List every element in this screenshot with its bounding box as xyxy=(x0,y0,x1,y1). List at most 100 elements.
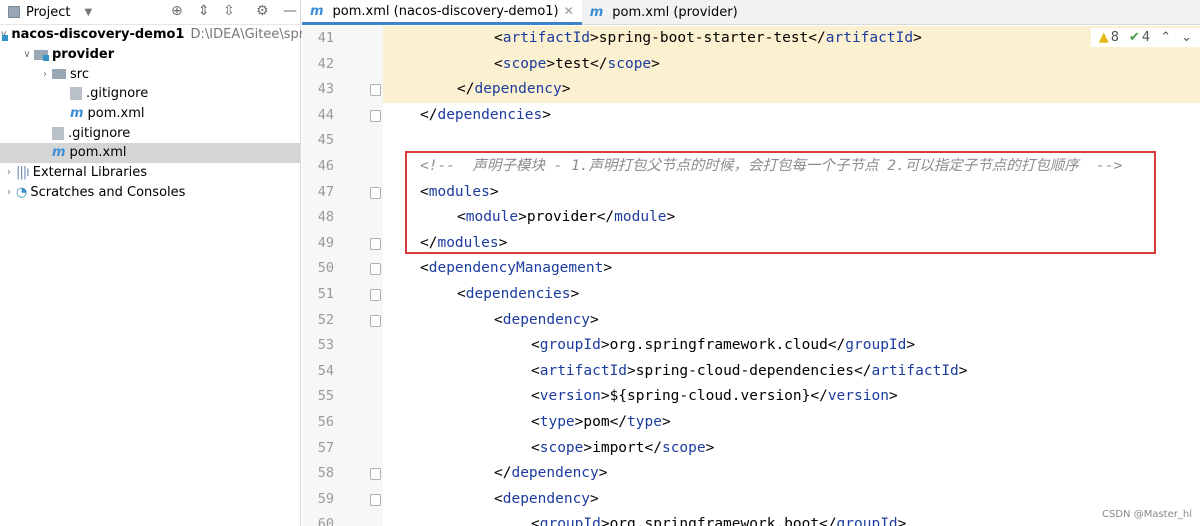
tree-item-label: Scratches and Consoles xyxy=(30,184,186,200)
code-line: 54 <artifactId>spring-cloud-dependencies<… xyxy=(302,359,1200,385)
chevron-down-icon[interactable]: ⌄ xyxy=(1181,30,1192,45)
code-line: 60 <groupId>org.springframework.boot</gro… xyxy=(302,512,1200,526)
fold-icon[interactable] xyxy=(370,263,381,276)
locate-icon[interactable]: ⊕ xyxy=(171,3,183,19)
line-number: 50 xyxy=(317,260,334,277)
maven-file-icon: m xyxy=(70,106,84,122)
close-icon[interactable]: ✕ xyxy=(564,4,574,18)
project-icon xyxy=(8,6,20,18)
line-number: 49 xyxy=(317,234,334,251)
chevron-icon[interactable]: ∨ xyxy=(20,49,34,60)
tab-pom-provider[interactable]: m pom.xml (provider) xyxy=(582,0,746,25)
line-number: 46 xyxy=(317,158,334,174)
code-text: <groupId>org.springframework.boot</group… xyxy=(531,516,907,526)
chevron-down-icon[interactable]: ▼ xyxy=(84,7,92,18)
tree-item-label: pom.xml xyxy=(69,145,127,161)
gear-icon[interactable]: ⚙ xyxy=(256,3,269,19)
hide-icon[interactable]: — xyxy=(283,3,297,19)
line-number: 45 xyxy=(317,132,334,149)
code-line: 58 </dependency> xyxy=(302,461,1200,487)
tree-item[interactable]: ∨ provider xyxy=(0,45,300,65)
line-number: 43 xyxy=(317,81,334,98)
tree-item[interactable]: m pom.xml xyxy=(0,143,300,163)
tree-item-label: .gitignore xyxy=(68,125,131,141)
chevron-up-icon[interactable]: ⌃ xyxy=(1160,30,1171,45)
chevron-icon[interactable]: › xyxy=(38,69,52,80)
line-number: 44 xyxy=(317,106,334,123)
tab-label: pom.xml (nacos-discovery-demo1) xyxy=(332,3,559,19)
typo-icon: ✔ xyxy=(1129,30,1140,45)
tree-item-label: pom.xml xyxy=(87,106,145,122)
fold-icon[interactable] xyxy=(370,493,381,506)
gitignore-file-icon xyxy=(52,126,64,140)
code-line: 59 <dependency> xyxy=(302,487,1200,513)
tree-item-label: src xyxy=(70,66,89,82)
tree-item[interactable]: .gitignore xyxy=(0,123,300,143)
line-number: 56 xyxy=(317,414,334,430)
collapse-all-icon[interactable]: ⇳ xyxy=(223,3,235,19)
chevron-icon[interactable]: › xyxy=(2,167,16,178)
module-folder-icon xyxy=(34,49,49,61)
code-text: <scope>test</scope> xyxy=(383,51,1200,78)
line-number: 51 xyxy=(317,286,334,302)
code-line: 53 <groupId>org.springframework.cloud</gr… xyxy=(302,333,1200,359)
fold-icon[interactable] xyxy=(370,289,381,301)
line-number: 57 xyxy=(317,439,334,456)
code-text: <artifactId>spring-boot-starter-test</ar… xyxy=(383,26,1200,52)
maven-file-icon: m xyxy=(589,5,604,20)
line-number: 54 xyxy=(317,362,334,379)
line-number: 47 xyxy=(317,183,334,200)
line-number: 58 xyxy=(317,465,334,482)
tree-item[interactable]: › |||ı External Libraries xyxy=(0,163,300,183)
line-number: 55 xyxy=(317,388,334,405)
code-line: 42 <scope>test</scope> xyxy=(302,51,1200,78)
fold-icon[interactable] xyxy=(370,314,381,327)
fold-icon[interactable] xyxy=(370,84,381,97)
fold-icon[interactable] xyxy=(370,237,381,250)
maven-file-icon: m xyxy=(52,145,66,161)
inspection-widget[interactable]: ▲ 8 ✔ 4 ⌃ ⌄ xyxy=(1090,28,1200,47)
line-number: 42 xyxy=(317,55,334,72)
tree-item-label: provider xyxy=(52,47,115,63)
code-text: <version>${spring-cloud.version}</versio… xyxy=(531,388,898,405)
tab-label: pom.xml (provider) xyxy=(612,5,738,20)
library-icon: |||ı xyxy=(16,165,30,181)
expand-all-icon[interactable]: ⇕ xyxy=(198,3,210,19)
code-text: <dependencies> xyxy=(457,286,580,302)
line-number: 59 xyxy=(317,490,334,507)
code-text: </dependencies> xyxy=(420,106,551,123)
tree-item[interactable]: ∨nacos-discovery-demo1D:\IDEA\Gitee\spr xyxy=(0,25,304,45)
fold-icon[interactable] xyxy=(370,109,381,122)
warning-count: 8 xyxy=(1110,30,1119,45)
tree-item[interactable]: .gitignore xyxy=(0,84,300,104)
code-text: <type>pom</type> xyxy=(531,414,671,430)
line-number: 52 xyxy=(317,311,334,328)
tab-pom-root[interactable]: m pom.xml (nacos-discovery-demo1) ✕ xyxy=(302,0,582,25)
project-panel-header: Project ▼ ⊕ ⇕ ⇳ ⚙ — xyxy=(0,0,300,25)
fold-icon[interactable] xyxy=(370,186,381,199)
tree-item-path: D:\IDEA\Gitee\spr xyxy=(190,27,305,43)
line-number: 60 xyxy=(317,516,334,526)
tree-item[interactable]: › src xyxy=(0,64,300,84)
code-line: 56 <type>pom</type> xyxy=(302,410,1200,436)
code-line: 52 <dependency> xyxy=(302,308,1200,334)
project-view-selector[interactable]: Project xyxy=(26,5,70,20)
code-line: 51 <dependencies> xyxy=(302,282,1200,308)
scratches-icon: ◔ xyxy=(16,184,27,200)
code-editor[interactable]: 41 <artifactId>spring-boot-starter-test</… xyxy=(302,26,1200,526)
line-number: 48 xyxy=(317,209,334,226)
tree-item[interactable]: › ◔ Scratches and Consoles xyxy=(0,183,300,203)
code-text: </dependency> xyxy=(383,77,1200,103)
line-number: 53 xyxy=(317,337,334,354)
tree-item[interactable]: m pom.xml xyxy=(0,104,300,124)
code-line: 50 <dependencyManagement> xyxy=(302,256,1200,282)
code-text: <scope>import</scope> xyxy=(531,439,715,456)
warning-icon: ▲ xyxy=(1098,30,1109,45)
code-line: 44 </dependencies> xyxy=(302,103,1200,129)
fold-icon[interactable] xyxy=(370,468,381,481)
code-text: <groupId>org.springframework.cloud</grou… xyxy=(531,337,916,354)
typo-count: 4 xyxy=(1141,30,1151,45)
chevron-icon[interactable]: › xyxy=(2,187,16,198)
folder-icon xyxy=(52,69,66,80)
tree-item-label: nacos-discovery-demo1 xyxy=(11,27,185,43)
